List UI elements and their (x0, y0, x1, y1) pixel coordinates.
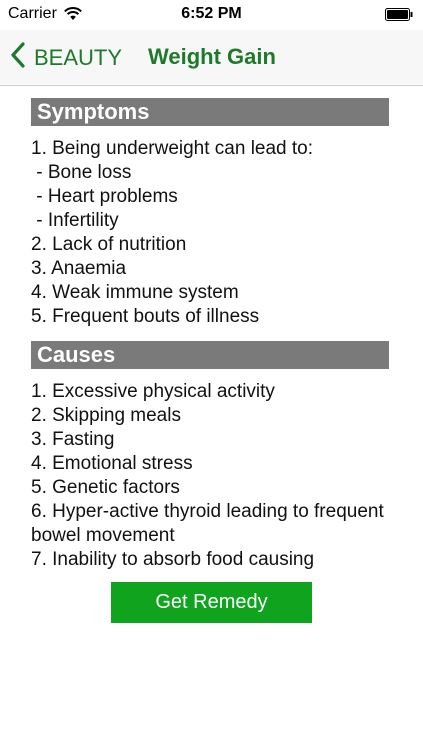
list-item: 2. Lack of nutrition (31, 234, 187, 255)
section-header-causes: Causes (31, 341, 389, 369)
list-item: 4. Weak immune system (31, 282, 239, 303)
back-button-label: BEAUTY (34, 45, 123, 70)
list-item: 7. Inability to absorb food causing (31, 549, 315, 570)
status-bar: Carrier 6:52 PM (0, 0, 423, 30)
list-item: - Infertility (31, 210, 119, 231)
page-title: Weight Gain (148, 44, 276, 69)
chevron-left-icon (10, 42, 34, 74)
list-item: 4. Emotional stress (31, 453, 193, 474)
list-item: 1. Being underweight can lead to: (31, 138, 314, 159)
list-item: 1. Excessive physical activity (31, 381, 275, 402)
list-item: - Heart problems (31, 186, 178, 207)
symptoms-list: 1. Being underweight can lead to: - Bone… (31, 137, 389, 329)
list-item: 3. Anaemia (31, 258, 127, 279)
status-time: 6:52 PM (181, 5, 242, 22)
list-item: 5. Frequent bouts of illness (31, 306, 260, 327)
list-item: 2. Skipping meals (31, 405, 181, 426)
navigation-bar: BEAUTY Weight Gain (0, 30, 423, 86)
content-scroll-area[interactable]: Symptoms 1. Being underweight can lead t… (31, 98, 389, 573)
list-item: 6. Hyper-active thyroid leading to frequ… (31, 501, 384, 546)
back-button[interactable]: BEAUTY (10, 42, 122, 74)
list-item: 5. Genetic factors (31, 477, 180, 498)
list-item: 3. Fasting (31, 429, 115, 450)
causes-list: 1. Excessive physical activity 2. Skippi… (31, 380, 389, 572)
battery-icon (385, 8, 413, 21)
list-item: - Bone loss (31, 162, 132, 183)
get-remedy-button[interactable]: Get Remedy (111, 582, 312, 623)
section-header-symptoms: Symptoms (31, 98, 389, 126)
